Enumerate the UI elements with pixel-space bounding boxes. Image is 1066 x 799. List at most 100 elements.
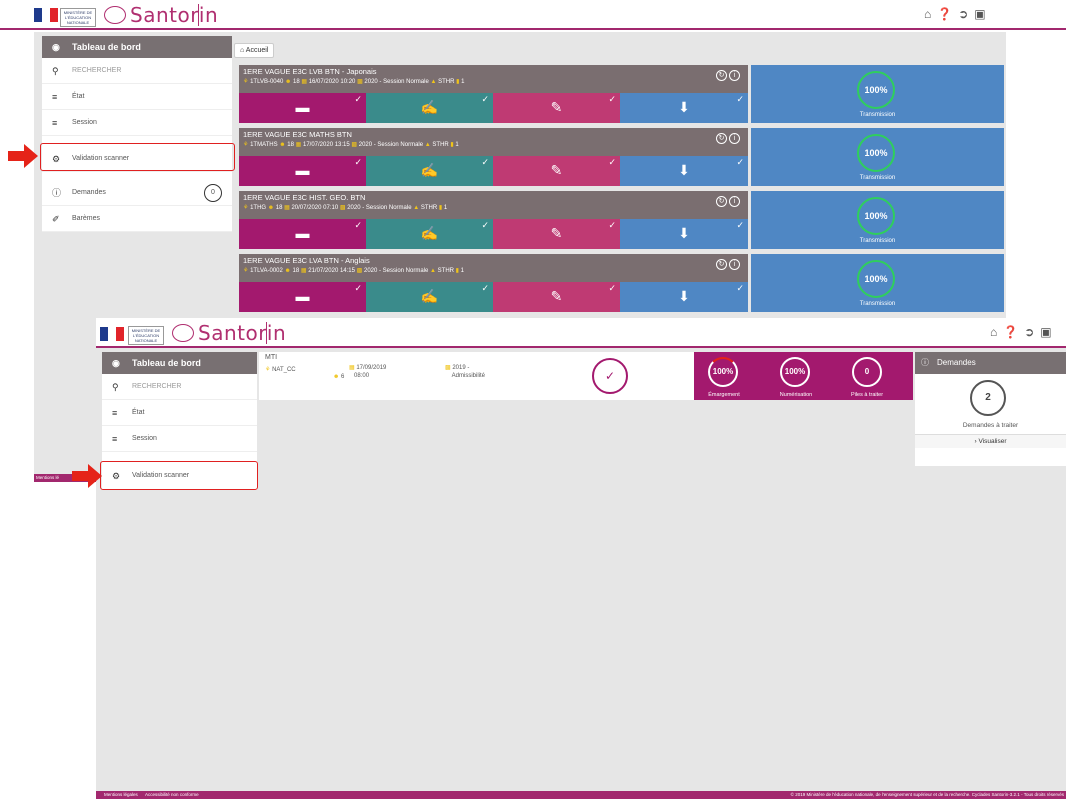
sidebar-title[interactable]: ◉ Tableau de bord bbox=[102, 352, 257, 374]
session-count: ☻ 6 bbox=[333, 374, 345, 380]
check-icon: ✓ bbox=[354, 220, 362, 230]
footer-link-mentions[interactable]: Mentions légales bbox=[104, 792, 138, 797]
scan-tile[interactable]: ▬ ✓ bbox=[239, 219, 366, 249]
top-header: MINISTÈRE DE L'ÉDUCATION NATIONALE Santo… bbox=[0, 0, 1066, 30]
app-logo-text[interactable]: Santorin bbox=[198, 321, 286, 345]
header-icons: ⌂ ❓ ➲ ▣ bbox=[984, 325, 1052, 339]
sidebar-item-recherche[interactable]: ⚲ RECHERCHER bbox=[102, 374, 257, 400]
people-icon: ☻ bbox=[279, 142, 286, 148]
piles-label: Piles à traiter bbox=[850, 392, 884, 398]
pile-icon: ▮ bbox=[450, 142, 454, 148]
refresh-icon[interactable]: ↻ bbox=[716, 196, 727, 207]
graduation-icon: ▲ bbox=[424, 142, 431, 148]
sidebar-item-session[interactable]: ≡ Session bbox=[102, 426, 257, 452]
app-logo-text[interactable]: Santorin bbox=[130, 3, 218, 27]
sidebar-item-demandes[interactable]: ⓘ Demandes 0 bbox=[42, 180, 232, 206]
refresh-icon[interactable]: ↻ bbox=[716, 259, 727, 270]
help-icon[interactable]: ❓ bbox=[1003, 325, 1018, 339]
sidebar-title[interactable]: ◉ Tableau de bord bbox=[42, 36, 232, 58]
list-icon: ≡ bbox=[112, 408, 118, 418]
refresh-icon[interactable]: ↻ bbox=[716, 70, 727, 81]
edit-document-icon: ✎ bbox=[550, 162, 563, 178]
scan-tile[interactable]: ▬ ✓ bbox=[239, 93, 366, 123]
copy-icon: ▩ bbox=[357, 79, 363, 85]
window-icon[interactable]: ▣ bbox=[974, 7, 985, 21]
scan-tile[interactable]: ▬ ✓ bbox=[239, 156, 366, 186]
transmission-card[interactable]: 100% Transmission bbox=[751, 65, 1004, 123]
upload-tile[interactable]: ✍ ✓ bbox=[366, 282, 493, 312]
download-tile[interactable]: ⬇ ✓ bbox=[620, 282, 748, 312]
logout-icon[interactable]: ➲ bbox=[1024, 325, 1034, 339]
ministry-logo: MINISTÈRE DE L'ÉDUCATION NATIONALE bbox=[60, 8, 96, 27]
demandes-count-ring: 2 bbox=[970, 380, 1006, 416]
key-icon: ⚘ bbox=[243, 79, 249, 85]
info-icon[interactable]: i bbox=[729, 133, 740, 144]
home-icon[interactable]: ⌂ bbox=[990, 325, 997, 339]
footer-link-accessibilite[interactable]: Accessibilité non conforme bbox=[145, 792, 199, 797]
session-card[interactable]: MTI ⚘ NAT_CC ☻ 6 ▦ 17/09/2019 08:00 ▩ 20… bbox=[259, 352, 694, 400]
demandes-card: ⓘ Demandes 2 Demandes à traiter › Visuali… bbox=[915, 352, 1066, 466]
download-icon: ⬇ bbox=[678, 225, 690, 241]
hand-document-icon: ✍ bbox=[420, 99, 439, 115]
transmission-card[interactable]: 100% Transmission bbox=[751, 254, 1004, 312]
help-icon[interactable]: ❓ bbox=[937, 7, 952, 21]
download-tile[interactable]: ⬇ ✓ bbox=[620, 93, 748, 123]
transmission-card[interactable]: 100% Transmission bbox=[751, 128, 1004, 186]
validation-scanner-highlight bbox=[40, 143, 235, 171]
info-icon[interactable]: i bbox=[729, 196, 740, 207]
info-icon[interactable]: i bbox=[729, 259, 740, 270]
home-icon[interactable]: ⌂ bbox=[924, 7, 931, 21]
validation-scanner-highlight bbox=[100, 461, 258, 490]
emargement-ring: 100% bbox=[708, 357, 738, 387]
upload-tile[interactable]: ✍ ✓ bbox=[366, 156, 493, 186]
window-icon[interactable]: ▣ bbox=[1040, 325, 1051, 339]
list-icon: ≡ bbox=[52, 92, 58, 102]
top-sidebar: ◉ Tableau de bord ⚲ RECHERCHER ≡ État ≡ Sess… bbox=[42, 36, 232, 232]
sidebar-item-recherche[interactable]: ⚲ RECHERCHER bbox=[42, 58, 232, 84]
exam-controls: ↻ i bbox=[714, 133, 740, 144]
info-icon[interactable]: i bbox=[729, 70, 740, 81]
demandes-header: ⓘ Demandes bbox=[915, 352, 1066, 374]
sidebar-item-etat[interactable]: ≡ État bbox=[102, 400, 257, 426]
edit-document-icon: ✎ bbox=[550, 288, 563, 304]
santorin-logo-icon bbox=[104, 6, 126, 24]
upload-tile[interactable]: ✍ ✓ bbox=[366, 93, 493, 123]
exam-card[interactable]: 1ERE VAGUE E3C LVB BTN - Japonais ⚘ 1TLV… bbox=[239, 65, 748, 123]
session-status-icon[interactable]: ✓ bbox=[592, 358, 628, 394]
exam-card[interactable]: 1ERE VAGUE E3C LVA BTN - Anglais ⚘ 1TLVA… bbox=[239, 254, 748, 312]
stats-tile[interactable]: 100% Émargement 100% Numérisation 0 Pile… bbox=[694, 352, 913, 400]
scanner-icon: ▬ bbox=[295, 99, 310, 115]
correction-tile[interactable]: ✎ ✓ bbox=[493, 219, 620, 249]
calendar-icon: ▦ bbox=[284, 205, 290, 211]
sidebar-item-etat[interactable]: ≡ État bbox=[42, 84, 232, 110]
emargement-label: Émargement bbox=[708, 392, 740, 398]
pile-icon: ▮ bbox=[438, 205, 443, 211]
graduation-icon: ▲ bbox=[430, 268, 436, 274]
logo-divider bbox=[266, 322, 267, 344]
sidebar-item-session[interactable]: ≡ Session bbox=[42, 110, 232, 136]
scan-tile[interactable]: ▬ ✓ bbox=[239, 282, 366, 312]
scanner-icon: ▬ bbox=[295, 162, 310, 178]
download-tile[interactable]: ⬇ ✓ bbox=[620, 219, 748, 249]
transmission-card[interactable]: 100% Transmission bbox=[751, 191, 1004, 249]
dashboard-icon: ◉ bbox=[112, 358, 120, 368]
logout-icon[interactable]: ➲ bbox=[958, 7, 968, 21]
exam-card[interactable]: 1ERE VAGUE E3C HIST. GEO. BTN ⚘ 1THG ☻ 1… bbox=[239, 191, 748, 249]
check-icon: ✓ bbox=[481, 283, 489, 293]
correction-tile[interactable]: ✎ ✓ bbox=[493, 93, 620, 123]
breadcrumb-accueil[interactable]: ⌂ Accueil bbox=[234, 43, 275, 58]
sidebar-item-baremes[interactable]: ✐ Barèmes bbox=[42, 206, 232, 232]
check-icon: ✓ bbox=[354, 283, 362, 293]
correction-tile[interactable]: ✎ ✓ bbox=[493, 282, 620, 312]
refresh-icon[interactable]: ↻ bbox=[716, 133, 727, 144]
calendar-icon: ▦ bbox=[301, 79, 308, 85]
hand-document-icon: ✍ bbox=[420, 162, 439, 178]
upload-tile[interactable]: ✍ ✓ bbox=[366, 219, 493, 249]
download-tile[interactable]: ⬇ ✓ bbox=[620, 156, 748, 186]
visualiser-button[interactable]: › Visualiser bbox=[915, 434, 1066, 448]
piles-ring: 0 bbox=[852, 357, 882, 387]
pile-icon: ▮ bbox=[456, 79, 460, 85]
correction-tile[interactable]: ✎ ✓ bbox=[493, 156, 620, 186]
exam-card[interactable]: 1ERE VAGUE E3C MATHS BTN ⚘ 1TMATHS ☻ 18 … bbox=[239, 128, 748, 186]
top-grey-strip bbox=[34, 318, 96, 474]
